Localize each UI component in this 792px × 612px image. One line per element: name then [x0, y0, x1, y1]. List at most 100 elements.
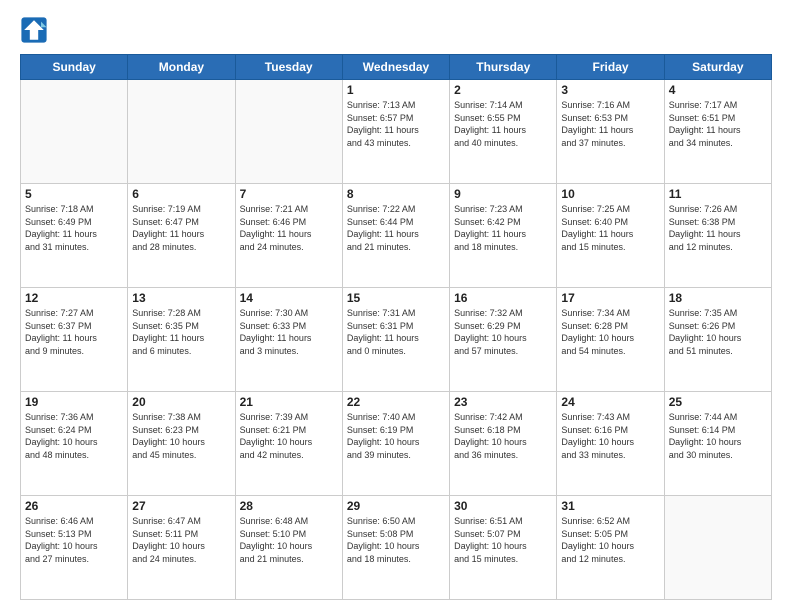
empty-cell [128, 80, 235, 184]
day-info: Sunrise: 6:51 AM Sunset: 5:07 PM Dayligh… [454, 515, 552, 565]
weekday-header-friday: Friday [557, 55, 664, 80]
day-info: Sunrise: 7:38 AM Sunset: 6:23 PM Dayligh… [132, 411, 230, 461]
day-number: 5 [25, 187, 123, 201]
day-number: 23 [454, 395, 552, 409]
day-number: 14 [240, 291, 338, 305]
header [20, 16, 772, 44]
day-cell-8: 8 Sunrise: 7:22 AM Sunset: 6:44 PM Daylig… [342, 184, 449, 288]
day-number: 3 [561, 83, 659, 97]
day-cell-28: 28 Sunrise: 6:48 AM Sunset: 5:10 PM Dayli… [235, 496, 342, 600]
empty-cell [664, 496, 771, 600]
day-cell-2: 2 Sunrise: 7:14 AM Sunset: 6:55 PM Daylig… [450, 80, 557, 184]
day-info: Sunrise: 7:17 AM Sunset: 6:51 PM Dayligh… [669, 99, 767, 149]
day-number: 17 [561, 291, 659, 305]
day-info: Sunrise: 7:26 AM Sunset: 6:38 PM Dayligh… [669, 203, 767, 253]
day-cell-20: 20 Sunrise: 7:38 AM Sunset: 6:23 PM Dayli… [128, 392, 235, 496]
calendar-table: SundayMondayTuesdayWednesdayThursdayFrid… [20, 54, 772, 600]
day-info: Sunrise: 7:27 AM Sunset: 6:37 PM Dayligh… [25, 307, 123, 357]
day-info: Sunrise: 7:23 AM Sunset: 6:42 PM Dayligh… [454, 203, 552, 253]
weekday-header-saturday: Saturday [664, 55, 771, 80]
day-number: 30 [454, 499, 552, 513]
day-number: 13 [132, 291, 230, 305]
day-number: 31 [561, 499, 659, 513]
day-cell-19: 19 Sunrise: 7:36 AM Sunset: 6:24 PM Dayli… [21, 392, 128, 496]
day-info: Sunrise: 7:28 AM Sunset: 6:35 PM Dayligh… [132, 307, 230, 357]
empty-cell [235, 80, 342, 184]
day-number: 8 [347, 187, 445, 201]
day-cell-12: 12 Sunrise: 7:27 AM Sunset: 6:37 PM Dayli… [21, 288, 128, 392]
day-cell-4: 4 Sunrise: 7:17 AM Sunset: 6:51 PM Daylig… [664, 80, 771, 184]
day-info: Sunrise: 7:35 AM Sunset: 6:26 PM Dayligh… [669, 307, 767, 357]
day-number: 29 [347, 499, 445, 513]
day-cell-13: 13 Sunrise: 7:28 AM Sunset: 6:35 PM Dayli… [128, 288, 235, 392]
day-number: 7 [240, 187, 338, 201]
day-info: Sunrise: 7:39 AM Sunset: 6:21 PM Dayligh… [240, 411, 338, 461]
day-info: Sunrise: 6:50 AM Sunset: 5:08 PM Dayligh… [347, 515, 445, 565]
day-cell-11: 11Sunrise: 7:26 AM Sunset: 6:38 PM Dayli… [664, 184, 771, 288]
day-info: Sunrise: 7:22 AM Sunset: 6:44 PM Dayligh… [347, 203, 445, 253]
day-number: 16 [454, 291, 552, 305]
day-number: 4 [669, 83, 767, 97]
weekday-header-wednesday: Wednesday [342, 55, 449, 80]
week-row-4: 19 Sunrise: 7:36 AM Sunset: 6:24 PM Dayli… [21, 392, 772, 496]
day-cell-17: 17Sunrise: 7:34 AM Sunset: 6:28 PM Dayli… [557, 288, 664, 392]
day-info: Sunrise: 6:46 AM Sunset: 5:13 PM Dayligh… [25, 515, 123, 565]
week-row-1: 1 Sunrise: 7:13 AM Sunset: 6:57 PM Daylig… [21, 80, 772, 184]
day-number: 27 [132, 499, 230, 513]
logo-icon [20, 16, 48, 44]
day-info: Sunrise: 7:21 AM Sunset: 6:46 PM Dayligh… [240, 203, 338, 253]
day-info: Sunrise: 6:48 AM Sunset: 5:10 PM Dayligh… [240, 515, 338, 565]
day-number: 9 [454, 187, 552, 201]
weekday-header-tuesday: Tuesday [235, 55, 342, 80]
day-info: Sunrise: 6:47 AM Sunset: 5:11 PM Dayligh… [132, 515, 230, 565]
day-number: 15 [347, 291, 445, 305]
weekday-header-row: SundayMondayTuesdayWednesdayThursdayFrid… [21, 55, 772, 80]
day-cell-31: 31 Sunrise: 6:52 AM Sunset: 5:05 PM Dayli… [557, 496, 664, 600]
day-cell-30: 30 Sunrise: 6:51 AM Sunset: 5:07 PM Dayli… [450, 496, 557, 600]
day-cell-21: 21 Sunrise: 7:39 AM Sunset: 6:21 PM Dayli… [235, 392, 342, 496]
day-info: Sunrise: 7:16 AM Sunset: 6:53 PM Dayligh… [561, 99, 659, 149]
day-info: Sunrise: 7:44 AM Sunset: 6:14 PM Dayligh… [669, 411, 767, 461]
week-row-3: 12 Sunrise: 7:27 AM Sunset: 6:37 PM Dayli… [21, 288, 772, 392]
day-cell-3: 3 Sunrise: 7:16 AM Sunset: 6:53 PM Daylig… [557, 80, 664, 184]
day-number: 2 [454, 83, 552, 97]
day-info: Sunrise: 7:36 AM Sunset: 6:24 PM Dayligh… [25, 411, 123, 461]
day-number: 10 [561, 187, 659, 201]
day-info: Sunrise: 7:19 AM Sunset: 6:47 PM Dayligh… [132, 203, 230, 253]
week-row-5: 26Sunrise: 6:46 AM Sunset: 5:13 PM Dayli… [21, 496, 772, 600]
weekday-header-sunday: Sunday [21, 55, 128, 80]
day-number: 20 [132, 395, 230, 409]
day-number: 24 [561, 395, 659, 409]
day-cell-14: 14Sunrise: 7:30 AM Sunset: 6:33 PM Dayli… [235, 288, 342, 392]
day-cell-25: 25 Sunrise: 7:44 AM Sunset: 6:14 PM Dayli… [664, 392, 771, 496]
day-cell-9: 9 Sunrise: 7:23 AM Sunset: 6:42 PM Daylig… [450, 184, 557, 288]
day-info: Sunrise: 6:52 AM Sunset: 5:05 PM Dayligh… [561, 515, 659, 565]
week-row-2: 5 Sunrise: 7:18 AM Sunset: 6:49 PM Daylig… [21, 184, 772, 288]
day-info: Sunrise: 7:43 AM Sunset: 6:16 PM Dayligh… [561, 411, 659, 461]
logo [20, 16, 52, 44]
day-cell-15: 15Sunrise: 7:31 AM Sunset: 6:31 PM Dayli… [342, 288, 449, 392]
day-cell-5: 5 Sunrise: 7:18 AM Sunset: 6:49 PM Daylig… [21, 184, 128, 288]
day-number: 12 [25, 291, 123, 305]
day-number: 19 [25, 395, 123, 409]
day-number: 25 [669, 395, 767, 409]
day-info: Sunrise: 7:13 AM Sunset: 6:57 PM Dayligh… [347, 99, 445, 149]
weekday-header-thursday: Thursday [450, 55, 557, 80]
day-number: 28 [240, 499, 338, 513]
day-info: Sunrise: 7:32 AM Sunset: 6:29 PM Dayligh… [454, 307, 552, 357]
empty-cell [21, 80, 128, 184]
day-number: 22 [347, 395, 445, 409]
page: SundayMondayTuesdayWednesdayThursdayFrid… [0, 0, 792, 612]
day-info: Sunrise: 7:14 AM Sunset: 6:55 PM Dayligh… [454, 99, 552, 149]
day-cell-10: 10Sunrise: 7:25 AM Sunset: 6:40 PM Dayli… [557, 184, 664, 288]
day-cell-16: 16 Sunrise: 7:32 AM Sunset: 6:29 PM Dayli… [450, 288, 557, 392]
day-cell-1: 1 Sunrise: 7:13 AM Sunset: 6:57 PM Daylig… [342, 80, 449, 184]
day-cell-29: 29 Sunrise: 6:50 AM Sunset: 5:08 PM Dayli… [342, 496, 449, 600]
day-cell-22: 22Sunrise: 7:40 AM Sunset: 6:19 PM Dayli… [342, 392, 449, 496]
day-info: Sunrise: 7:18 AM Sunset: 6:49 PM Dayligh… [25, 203, 123, 253]
day-number: 1 [347, 83, 445, 97]
day-cell-26: 26Sunrise: 6:46 AM Sunset: 5:13 PM Dayli… [21, 496, 128, 600]
day-cell-23: 23Sunrise: 7:42 AM Sunset: 6:18 PM Dayli… [450, 392, 557, 496]
day-cell-18: 18Sunrise: 7:35 AM Sunset: 6:26 PM Dayli… [664, 288, 771, 392]
day-number: 21 [240, 395, 338, 409]
